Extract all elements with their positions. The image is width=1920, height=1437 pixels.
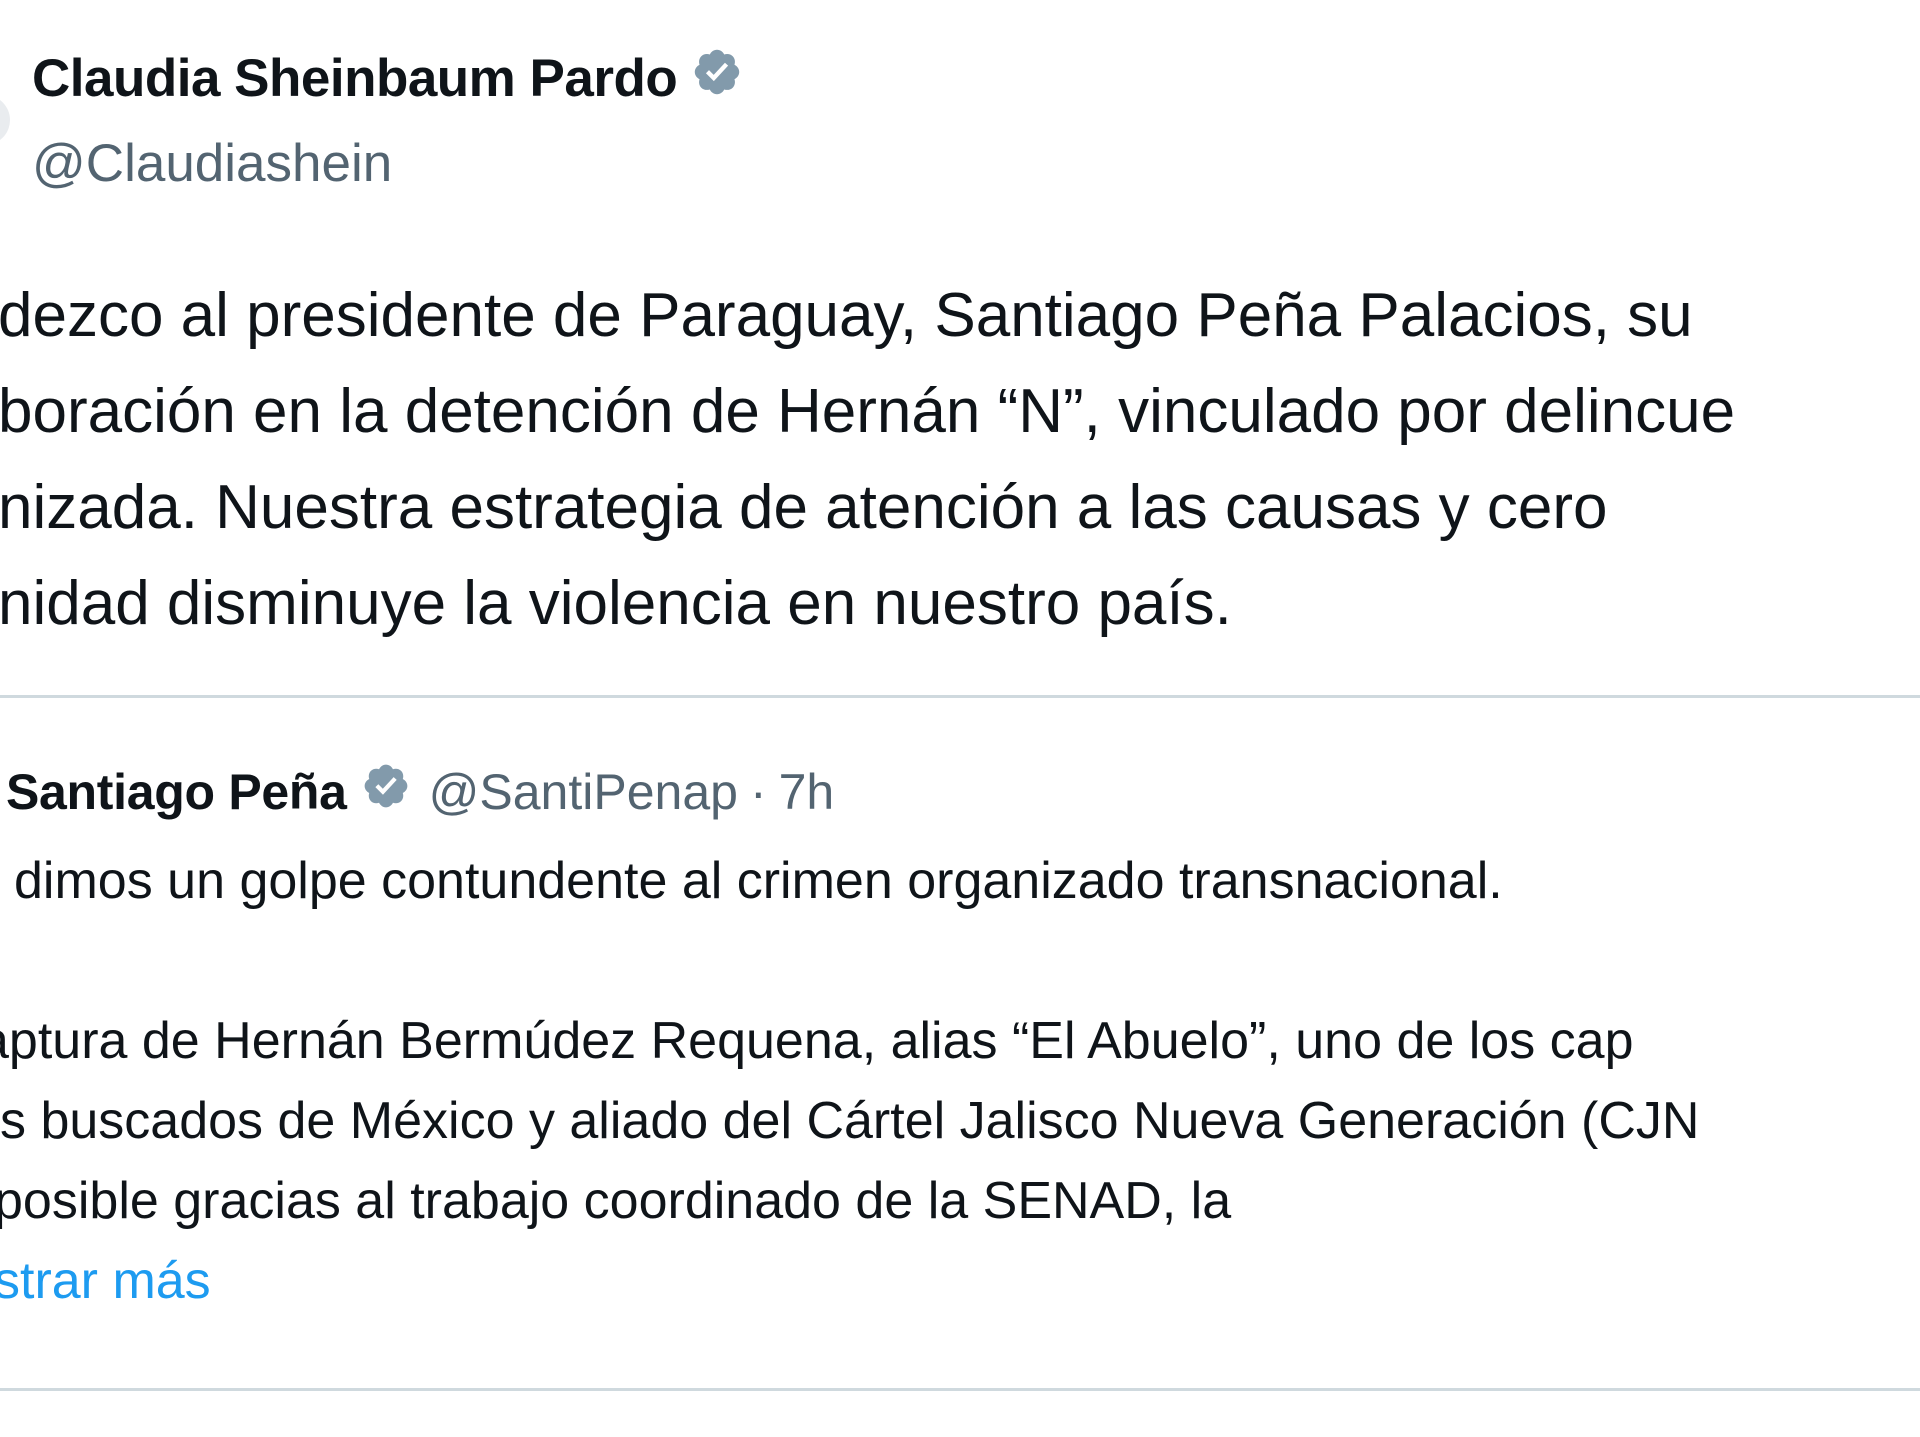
verified-badge-icon: [691, 46, 743, 111]
author-avatar[interactable]: [0, 95, 10, 145]
tweet-screenshot: Claudia Sheinbaum Pardo @Claudiashein de…: [0, 0, 1920, 1437]
verified-badge-icon: [361, 761, 411, 823]
tweet-text-line: boración en la detención de Hernán “N”, …: [0, 377, 1736, 446]
quoted-tweet-card[interactable]: Santiago Peña @SantiPenap · 7h dimos un …: [0, 695, 1920, 1391]
quoted-text-line: dimos un golpe contundente al crimen org…: [14, 852, 1503, 910]
author-name[interactable]: Claudia Sheinbaum Pardo: [32, 49, 678, 108]
show-more-link[interactable]: strar más: [0, 1241, 211, 1321]
tweet-author[interactable]: Claudia Sheinbaum Pardo: [32, 48, 743, 111]
tweet-text-line: nidad disminuye la violencia en nuestro …: [0, 569, 1232, 638]
quoted-author-name[interactable]: Santiago Peña: [6, 763, 347, 821]
quoted-tweet-timestamp[interactable]: 7h: [779, 763, 835, 821]
quoted-author-handle[interactable]: @SantiPenap: [429, 763, 738, 821]
header-separator: ·: [749, 764, 767, 820]
tweet-body: dezco al presidente de Paraguay, Santiag…: [0, 268, 1920, 652]
tweet-text-line: dezco al presidente de Paraguay, Santiag…: [0, 281, 1693, 350]
tweet-text-line: nizada. Nuestra estrategia de atención a…: [0, 473, 1608, 542]
quoted-text-line: posible gracias al trabajo coordinado de…: [0, 1172, 1232, 1230]
quoted-tweet-header: Santiago Peña @SantiPenap · 7h: [6, 761, 834, 823]
author-handle[interactable]: @Claudiashein: [32, 133, 392, 194]
quoted-text-line: s buscados de México y aliado del Cártel…: [0, 1092, 1700, 1150]
quoted-text-line: aptura de Hernán Bermúdez Requena, alias…: [0, 1012, 1634, 1070]
